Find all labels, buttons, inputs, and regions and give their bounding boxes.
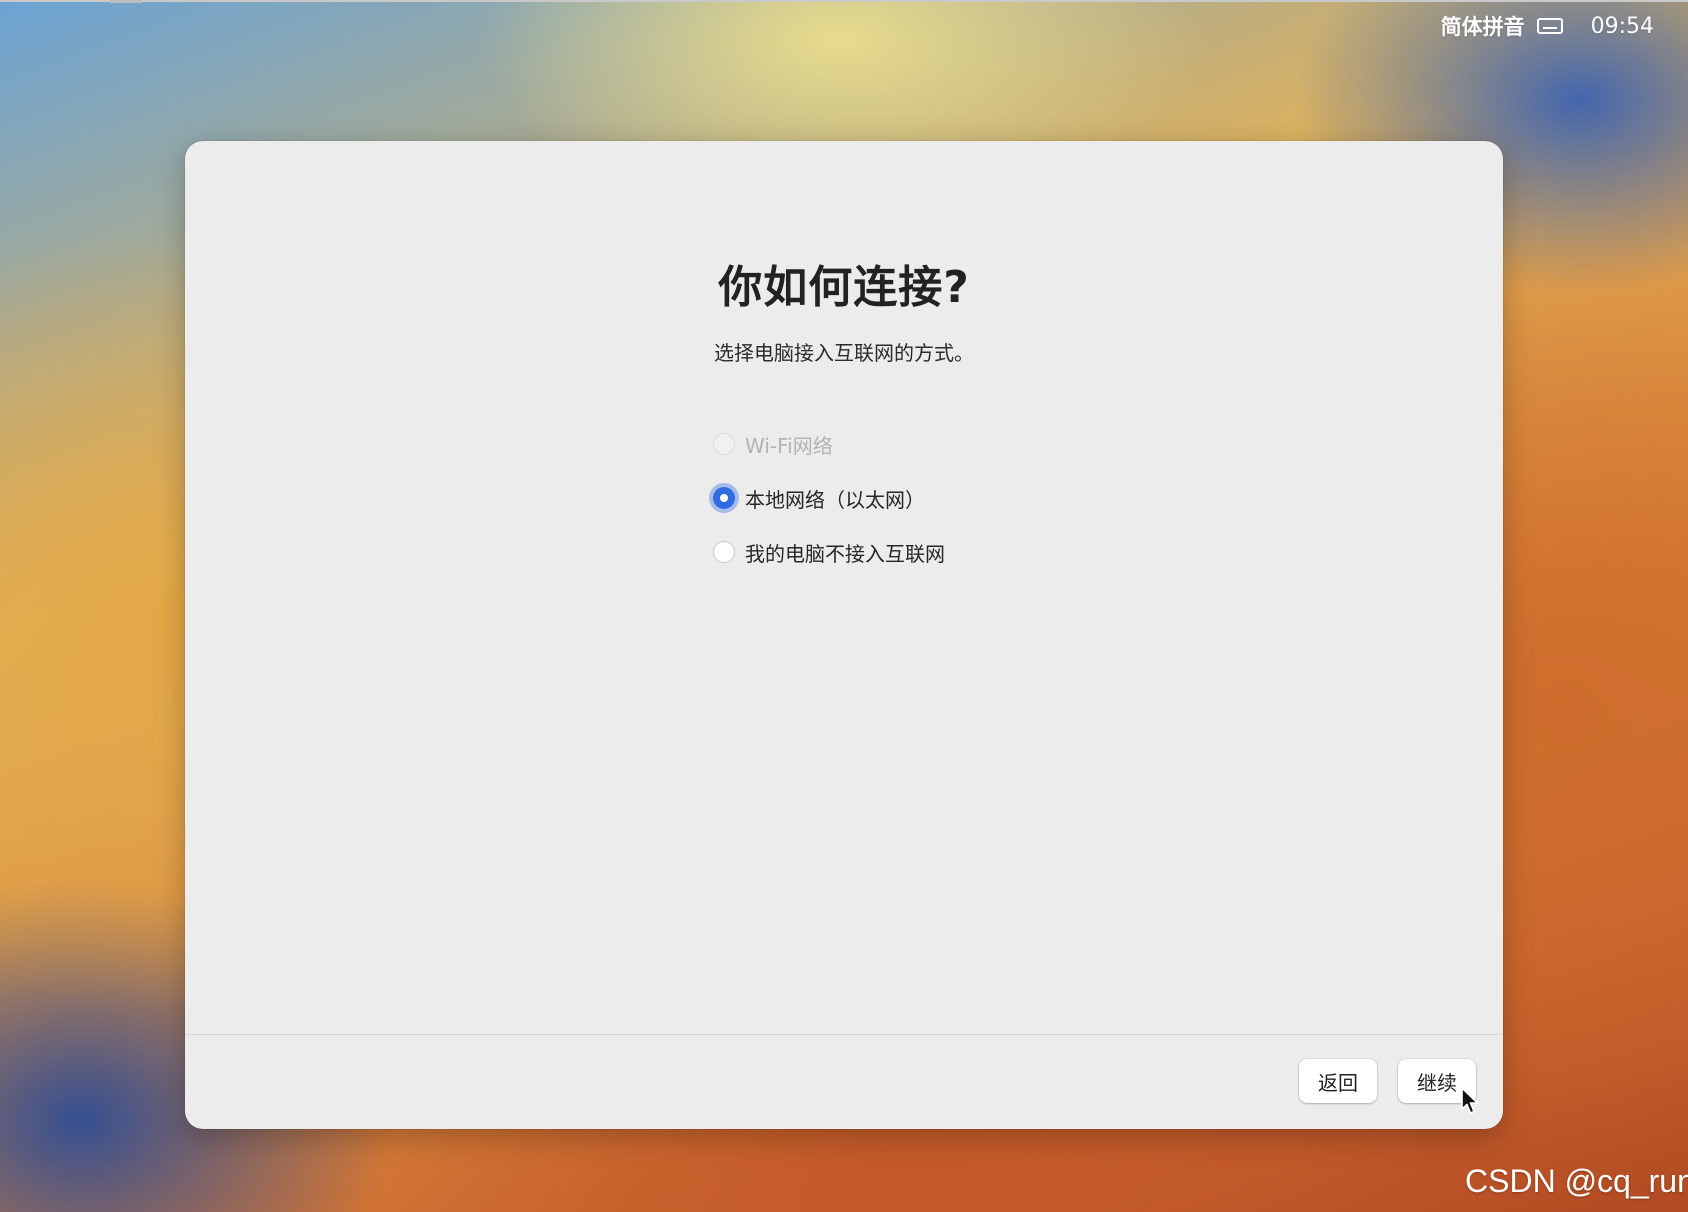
option-ethernet[interactable]: 本地网络（以太网） <box>713 471 945 525</box>
clock[interactable]: 09:54 <box>1591 14 1654 39</box>
option-wifi: Wi-Fi网络 <box>713 417 945 471</box>
setup-assistant-dialog: 你如何连接? 选择电脑接入互联网的方式。 Wi-Fi网络 本地网络（以太网） 我… <box>185 141 1503 1129</box>
page-title: 你如何连接? <box>718 262 970 313</box>
input-method-indicator[interactable]: 简体拼音 <box>1441 11 1525 41</box>
top-window-strip <box>0 0 1688 2</box>
back-button[interactable]: 返回 <box>1299 1059 1377 1103</box>
ethernet-radio[interactable] <box>713 487 735 509</box>
watermark-text: CSDN @cq_run <box>1465 1163 1688 1199</box>
no-internet-label[interactable]: 我的电脑不接入互联网 <box>745 538 945 567</box>
menu-bar-status: 简体拼音 09:54 <box>1441 10 1654 42</box>
keyboard-icon[interactable] <box>1536 18 1563 34</box>
pointer-cursor-icon <box>1461 1087 1479 1114</box>
connection-options: Wi-Fi网络 本地网络（以太网） 我的电脑不接入互联网 <box>713 417 945 579</box>
ethernet-label[interactable]: 本地网络（以太网） <box>745 484 925 513</box>
page-subtitle: 选择电脑接入互联网的方式。 <box>714 341 974 365</box>
wifi-label: Wi-Fi网络 <box>745 433 833 458</box>
wifi-radio <box>713 433 735 455</box>
no-internet-radio[interactable] <box>713 541 735 563</box>
top-strip-mark <box>110 0 142 3</box>
footer-divider <box>185 1034 1503 1035</box>
option-no-internet[interactable]: 我的电脑不接入互联网 <box>713 525 945 579</box>
